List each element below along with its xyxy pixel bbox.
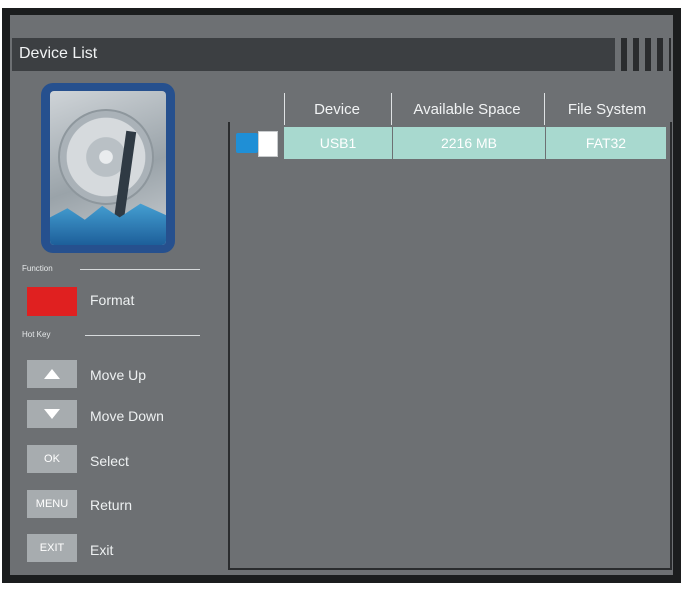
column-header-fs: File System — [567, 100, 647, 118]
return-label: Return — [90, 497, 133, 513]
table-row[interactable]: USB1 2216 MB FAT32 — [230, 127, 666, 159]
up-key-button[interactable] — [27, 360, 77, 388]
select-label: Select — [90, 453, 129, 469]
menu-key-button[interactable]: MENU — [27, 490, 77, 518]
screen: Device List Function Format Hot Key Move… — [10, 15, 673, 575]
down-arrow-icon — [44, 409, 60, 419]
down-key-button[interactable] — [27, 400, 77, 428]
hotkey-header: Hot Key — [22, 330, 51, 339]
divider — [85, 335, 200, 336]
cell-device: USB1 — [284, 127, 392, 159]
ok-key-button[interactable]: OK — [27, 445, 77, 473]
usb-cell — [230, 127, 286, 159]
move-down-label: Move Down — [90, 408, 164, 424]
column-header-device: Device — [314, 100, 360, 118]
exit-label: Exit — [90, 542, 114, 558]
move-up-label: Move Up — [90, 367, 147, 383]
page-title: Device List — [19, 45, 98, 62]
exit-key-button[interactable]: EXIT — [27, 534, 77, 562]
device-table — [228, 122, 672, 570]
title-bar: Device List — [12, 38, 671, 71]
function-header: Function — [22, 264, 53, 273]
usb-plug-icon — [258, 131, 278, 157]
usb-icon — [236, 133, 258, 153]
column-header-space: Available Space — [413, 100, 521, 118]
cell-space: 2216 MB — [393, 127, 545, 159]
format-label: Format — [90, 292, 135, 308]
title-decoration — [615, 38, 671, 71]
tv-frame: Device List Function Format Hot Key Move… — [2, 8, 681, 583]
hard-disk-icon — [41, 83, 175, 253]
divider — [80, 269, 200, 270]
up-arrow-icon — [44, 369, 60, 379]
cell-fs: FAT32 — [546, 127, 666, 159]
red-key-button[interactable] — [27, 287, 77, 316]
